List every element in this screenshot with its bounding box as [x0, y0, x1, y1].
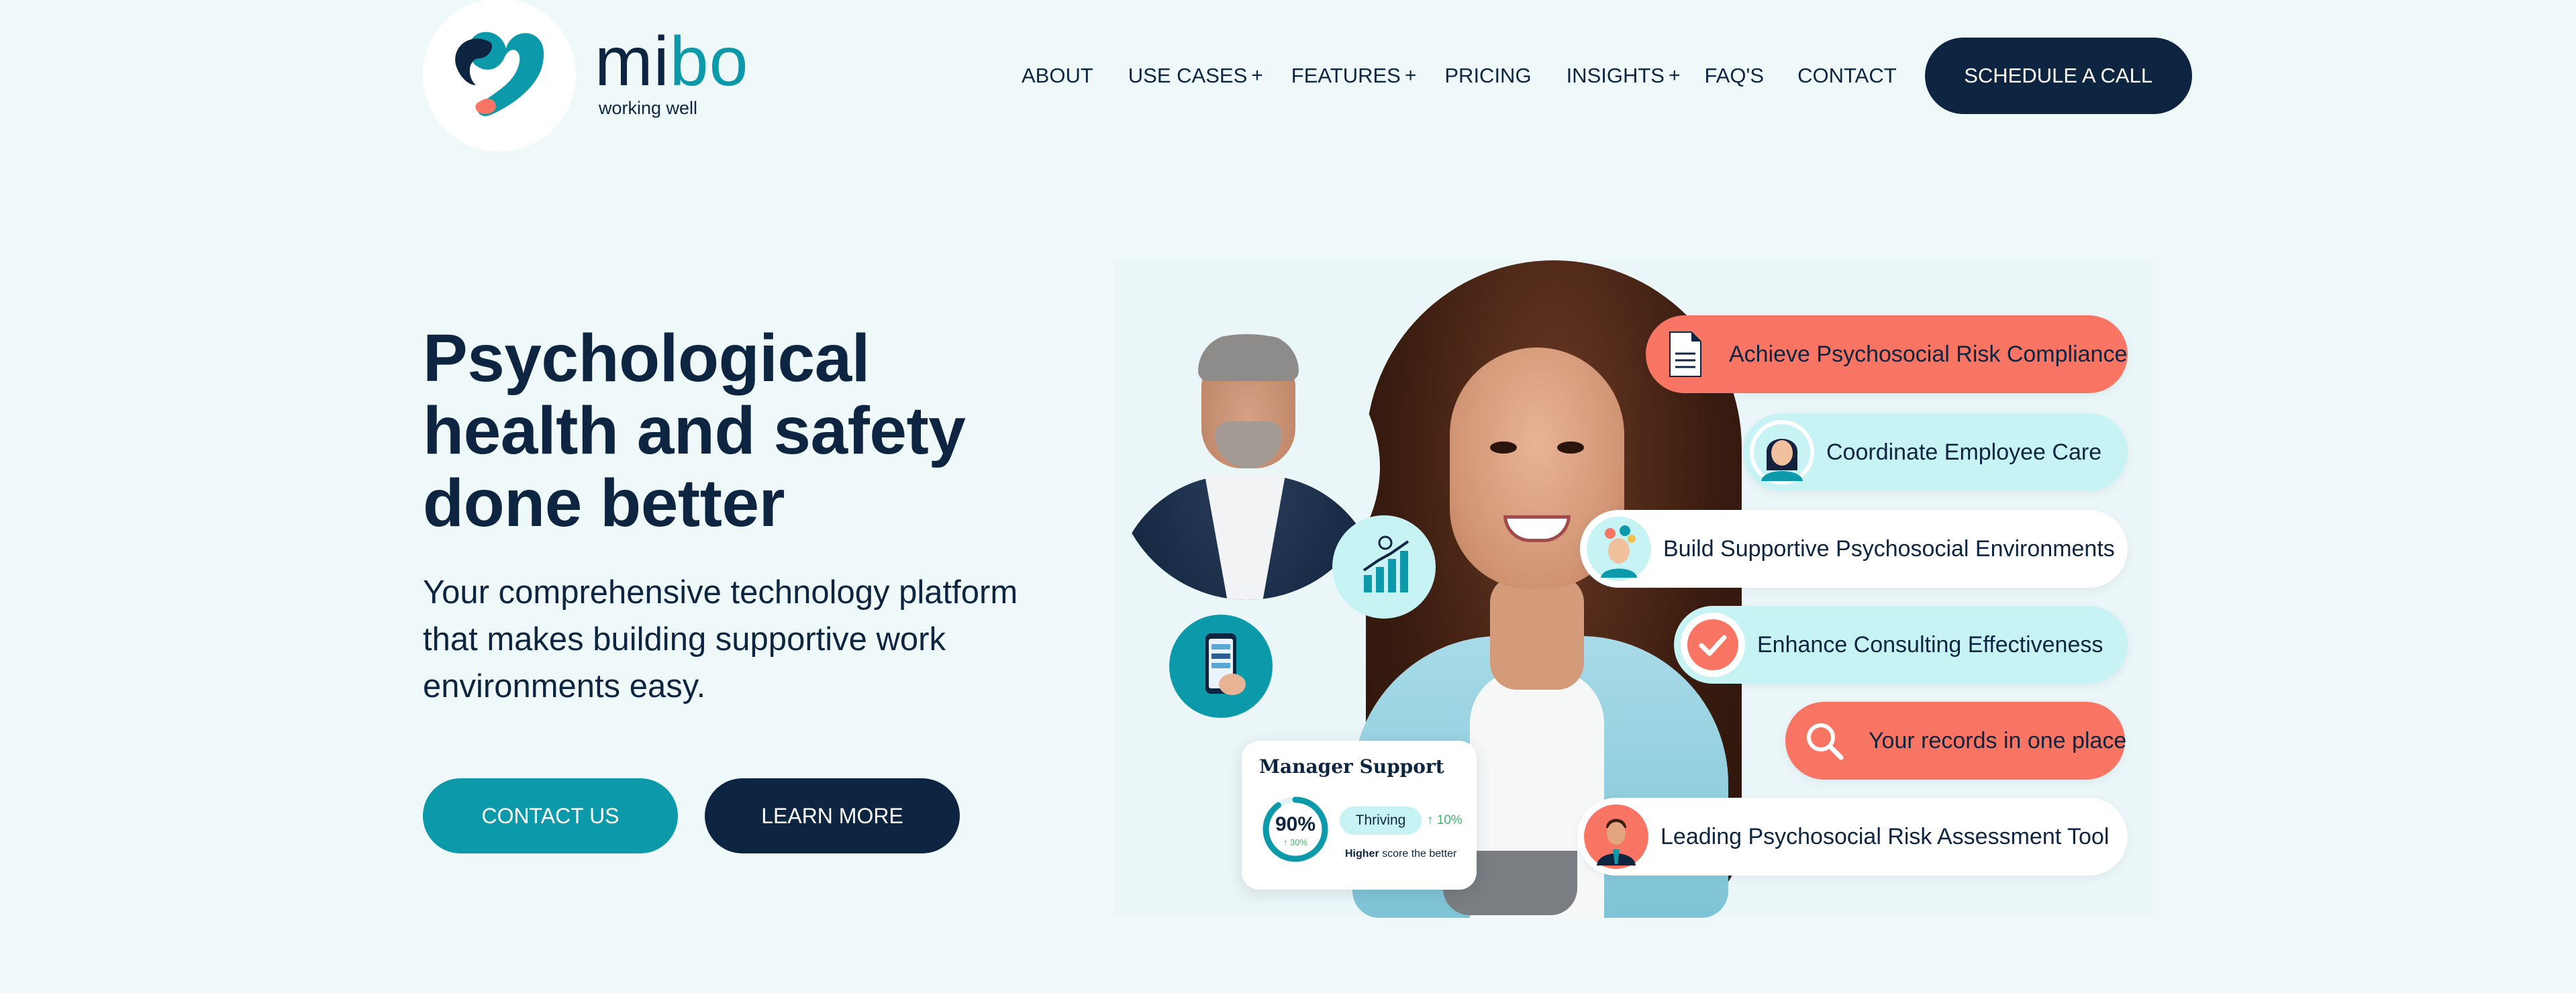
feature-label: Achieve Psychosocial Risk Compliance [1729, 341, 2128, 367]
logo-wordmark: mibo working well [595, 27, 748, 119]
feature-pill-compliance[interactable]: Achieve Psychosocial Risk Compliance [1646, 315, 2128, 393]
nav-about[interactable]: ABOUT [1022, 64, 1093, 88]
plus-icon: + [1251, 64, 1263, 87]
learn-more-button[interactable]: LEARN MORE [705, 778, 960, 853]
nav-use-cases[interactable]: USE CASES + [1128, 64, 1263, 88]
growth-chart-bubble [1332, 515, 1436, 619]
logo-name-part2: bo [669, 22, 749, 101]
businessman-avatar-icon [1584, 804, 1648, 869]
checkmark-icon [1681, 613, 1745, 677]
hero-title-line2: health and safety [423, 393, 966, 468]
score-note-bold: Higher [1345, 848, 1379, 859]
phone-app-bubble [1169, 615, 1273, 718]
thinking-person-icon [1587, 517, 1651, 581]
score-change: ↑ 30% [1283, 837, 1308, 847]
brand-logo[interactable]: mibo working well [423, 0, 748, 152]
hero-title-line3: done better [423, 466, 785, 541]
woman-avatar-icon [1750, 420, 1814, 484]
nav-about-label: ABOUT [1022, 64, 1093, 87]
nav-features[interactable]: FEATURES + [1291, 64, 1417, 88]
man-photo-hair [1198, 334, 1299, 381]
manager-support-title: Manager Support [1259, 755, 1444, 778]
nav-contact-label: CONTACT [1797, 64, 1897, 87]
phone-icon [1205, 633, 1246, 695]
status-badge: Thriving [1340, 806, 1422, 835]
bar-chart-icon [1363, 535, 1409, 592]
hero-title: Psychological health and safety done bet… [423, 322, 1027, 539]
woman-photo-neck [1490, 576, 1584, 690]
nav-use-cases-label: USE CASES [1128, 64, 1248, 87]
score-percent: 90% [1275, 813, 1316, 835]
nav-features-label: FEATURES [1291, 64, 1401, 87]
woman-photo-eye [1557, 441, 1584, 454]
nav-faqs[interactable]: FAQ'S [1705, 64, 1765, 88]
score-note: Higher score the better [1345, 848, 1456, 860]
plus-icon: + [1404, 64, 1417, 87]
logo-name: mibo [595, 27, 748, 97]
nav-pricing[interactable]: PRICING [1444, 64, 1531, 88]
search-icon [1792, 709, 1856, 773]
feature-label: Leading Psychosocial Risk Assessment Too… [1661, 823, 2110, 849]
logo-tagline: working well [599, 97, 698, 118]
feature-pill-records[interactable]: Your records in one place [1785, 702, 2127, 780]
nav-insights-label: INSIGHTS [1566, 64, 1665, 87]
hero-subtitle: Your comprehensive technology platform t… [423, 574, 1018, 704]
feature-label: Enhance Consulting Effectiveness [1757, 631, 2103, 658]
feature-pill-employee-care[interactable]: Coordinate Employee Care [1743, 413, 2128, 491]
feature-pill-supportive-environments[interactable]: Build Supportive Psychosocial Environmen… [1580, 510, 2128, 588]
plus-icon: + [1668, 64, 1681, 87]
main-nav: ABOUT USE CASES + FEATURES + PRICING INSIG… [1022, 38, 2192, 114]
nav-contact[interactable]: CONTACT [1797, 64, 1897, 88]
schedule-call-button[interactable]: SCHEDULE A CALL [1924, 38, 2192, 114]
feature-pill-risk-assessment[interactable]: Leading Psychosocial Risk Assessment Too… [1577, 798, 2128, 876]
document-icon [1652, 322, 1717, 386]
hero-title-line1: Psychological [423, 321, 870, 396]
feature-label: Coordinate Employee Care [1826, 439, 2102, 465]
score-note-rest: score the better [1379, 848, 1457, 859]
nav-faqs-label: FAQ'S [1704, 64, 1765, 87]
nav-insights[interactable]: INSIGHTS + [1567, 64, 1681, 88]
manager-support-card: Manager Support 90% ↑ 30% Thriving ↑ 10%… [1242, 741, 1477, 890]
feature-pill-consulting[interactable]: Enhance Consulting Effectiveness [1674, 606, 2128, 684]
feature-label: Your records in one place [1869, 727, 2127, 753]
feature-label: Build Supportive Psychosocial Environmen… [1663, 535, 2115, 562]
logo-name-part1: mi [595, 22, 670, 101]
woman-photo-eye [1490, 441, 1517, 454]
logo-mark [423, 0, 576, 152]
contact-us-button[interactable]: CONTACT US [423, 778, 678, 853]
hero-image: Manager Support 90% ↑ 30% Thriving ↑ 10%… [1114, 260, 2153, 918]
nav-pricing-label: PRICING [1444, 64, 1532, 87]
heart-logo-icon [455, 32, 544, 116]
status-change: ↑ 10% [1427, 813, 1463, 827]
